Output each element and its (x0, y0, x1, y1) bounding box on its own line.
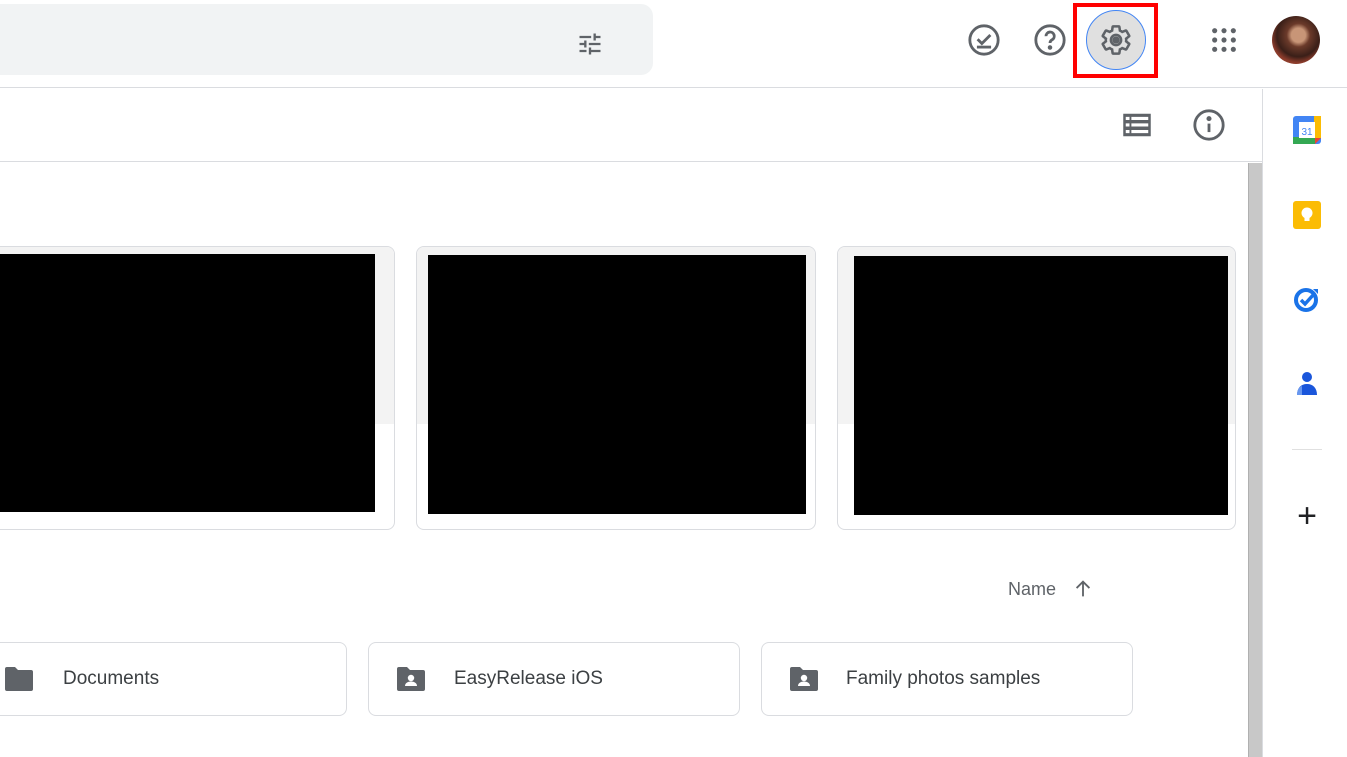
gear-icon (1101, 25, 1131, 55)
tasks-app[interactable] (1292, 284, 1322, 314)
get-add-ons-button[interactable]: + (1292, 497, 1322, 535)
info-icon (1193, 109, 1225, 141)
offline-check-icon (968, 24, 1000, 56)
toolbar (0, 89, 1262, 162)
file-thumbnail (0, 254, 375, 512)
list-view-button[interactable] (1113, 101, 1161, 149)
keep-app[interactable] (1292, 200, 1322, 230)
ready-for-offline-button[interactable] (960, 16, 1008, 64)
scrollbar[interactable] (1248, 163, 1262, 757)
contacts-icon (1297, 372, 1317, 395)
apps-grid-icon (1212, 28, 1236, 52)
side-panel-divider (1292, 449, 1322, 450)
folder-item[interactable]: EasyRelease iOS (368, 642, 740, 716)
file-thumbnail (428, 255, 806, 514)
search-bar[interactable] (0, 4, 653, 75)
shared-folder-icon (397, 667, 425, 691)
shared-folder-icon (790, 667, 818, 691)
search-options-button[interactable] (570, 26, 610, 62)
settings-button[interactable] (1086, 10, 1146, 70)
folder-icon (5, 667, 33, 691)
keep-icon (1293, 201, 1321, 229)
suggested-file-card[interactable] (837, 246, 1236, 530)
contacts-app[interactable] (1292, 368, 1322, 398)
help-icon (1034, 24, 1066, 56)
view-details-button[interactable] (1185, 101, 1233, 149)
top-bar (0, 0, 1347, 88)
suggested-file-card[interactable] (0, 246, 395, 530)
folder-name: Family photos samples (846, 668, 1041, 689)
tasks-icon (1294, 288, 1318, 312)
sort-by-name[interactable]: Name (1008, 578, 1094, 600)
side-panel: 31 + (1262, 89, 1347, 757)
support-button[interactable] (1026, 16, 1074, 64)
list-view-icon (1123, 113, 1151, 137)
file-thumbnail (854, 256, 1228, 515)
sort-label: Name (1008, 578, 1057, 599)
folder-name: Documents (63, 668, 160, 689)
folder-item[interactable]: Family photos samples (761, 642, 1133, 716)
folder-item[interactable]: Documents (0, 642, 347, 716)
folder-name: EasyRelease iOS (454, 668, 603, 689)
calendar-icon: 31 (1293, 116, 1321, 144)
tune-icon (579, 33, 601, 55)
google-apps-button[interactable] (1200, 16, 1248, 64)
account-avatar[interactable] (1272, 16, 1320, 64)
suggested-file-card[interactable] (416, 246, 816, 530)
calendar-app[interactable]: 31 (1292, 115, 1322, 145)
svg-text:31: 31 (1301, 127, 1313, 138)
plus-icon: + (1297, 496, 1317, 535)
arrow-up-icon[interactable] (1072, 578, 1094, 600)
